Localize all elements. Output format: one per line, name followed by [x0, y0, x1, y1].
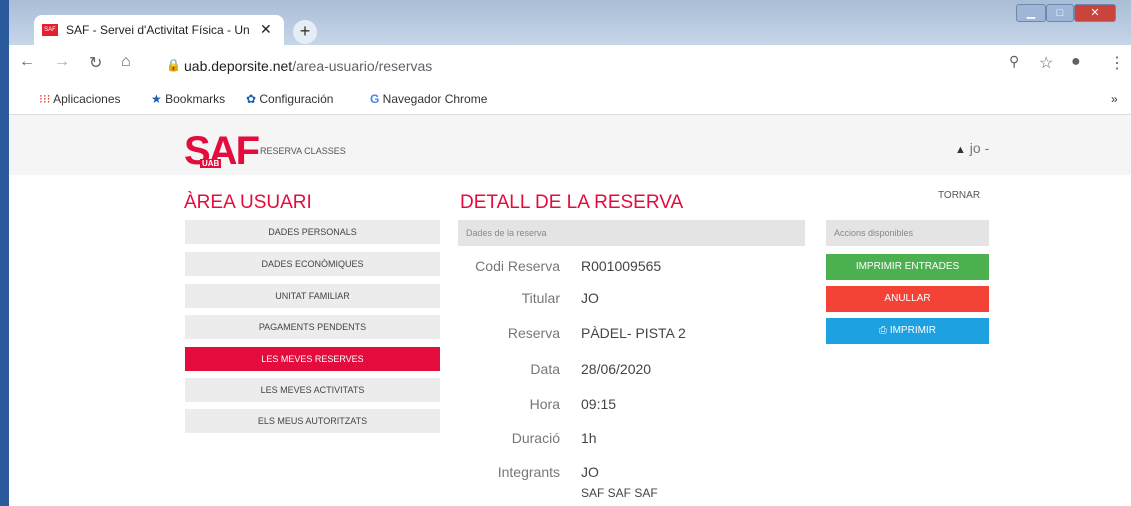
field-value: JO — [581, 290, 599, 306]
zoom-icon[interactable]: ⚲ — [1009, 53, 1019, 70]
sidebar-item[interactable]: DADES PERSONALS — [185, 220, 440, 244]
print-tickets-button[interactable]: IMPRIMIR ENTRADES — [826, 254, 989, 280]
page-title: DETALL DE LA RESERVA — [460, 192, 684, 213]
forward-icon[interactable]: → — [54, 53, 70, 71]
site-favicon-icon: SAF — [42, 24, 58, 36]
sidebar-item[interactable]: DADES ECONÒMIQUES — [185, 252, 440, 276]
site-logo[interactable]: SAF UAB — [184, 129, 260, 175]
reload-icon[interactable]: ↻ — [89, 53, 102, 73]
integrant-extra: SAF SAF SAF — [581, 486, 658, 500]
star-bookmark-icon: ★ — [151, 92, 166, 106]
sidebar-item[interactable]: LES MEVES RESERVES — [185, 347, 440, 371]
tab-close-icon[interactable]: ✕ — [260, 21, 272, 38]
browser-tab[interactable]: SAF SAF - Servei d'Activitat Física - Un… — [34, 15, 284, 45]
field-value: PÀDEL- PISTA 2 — [581, 325, 686, 341]
gear-icon: ✿ — [246, 92, 260, 106]
print-button[interactable]: ⎙ IMPRIMIR — [826, 318, 989, 344]
star-icon[interactable]: ☆ — [1039, 53, 1053, 73]
chevron-down-icon: - — [984, 140, 990, 156]
field-label: Codi Reserva — [475, 258, 560, 274]
field-value: 28/06/2020 — [581, 361, 652, 377]
address-bar[interactable]: 🔒 uab.deporsite.net/area-usuario/reserva… — [158, 56, 964, 78]
sidebar-title: ÀREA USUARI — [184, 192, 312, 213]
back-link[interactable]: TORNAR — [938, 190, 980, 201]
user-name: jo — [969, 140, 981, 156]
close-window-icon[interactable]: ✕ — [1074, 4, 1116, 22]
field-label: Duració — [511, 430, 560, 446]
field-value: JO — [581, 464, 599, 480]
tab-title: SAF - Servei d'Activitat Física - Un — [66, 23, 250, 37]
field-label: Hora — [529, 396, 560, 412]
sidebar-item[interactable]: UNITAT FAMILIAR — [185, 284, 440, 308]
actions-header: Accions disponibles — [826, 220, 989, 246]
window-frame — [0, 0, 9, 506]
url-path: /area-usuario/reservas — [292, 58, 433, 74]
window-controls: ▁ □ ✕ — [1016, 4, 1126, 24]
print-label: IMPRIMIR — [889, 325, 936, 336]
sidebar-item[interactable]: LES MEVES ACTIVITATS — [185, 378, 440, 402]
user-menu[interactable]: ▲ jo - — [955, 140, 989, 156]
bookmarks-bar: ⁝⁝⁝ Aplicaciones ★ Bookmarks ✿ Configura… — [9, 86, 1131, 115]
field-label: Integrants — [497, 464, 560, 480]
field-value: 09:15 — [581, 396, 617, 412]
home-icon[interactable]: ⌂ — [121, 53, 131, 71]
sidebar-item[interactable]: ELS MEUS AUTORITZATS — [185, 409, 440, 433]
brand-subtitle: RESERVA CLASSES — [260, 146, 346, 156]
sidebar-item[interactable]: PAGAMENTS PENDENTS — [185, 315, 440, 339]
back-icon[interactable]: ← — [19, 53, 35, 71]
lock-icon: 🔒 — [166, 58, 181, 72]
new-tab-button[interactable]: + — [293, 20, 317, 44]
url-host: uab.deporsite.net — [184, 58, 293, 74]
bookmark-configuracion[interactable]: ✿ Configuración — [246, 92, 333, 106]
field-value: 1h — [581, 430, 597, 446]
field-label: Titular — [521, 290, 560, 306]
menu-icon[interactable]: ⋮ — [1109, 53, 1125, 73]
bookmark-chrome[interactable]: G Navegador Chrome — [370, 92, 487, 106]
field-label: Reserva — [507, 325, 560, 341]
bookmark-apps[interactable]: ⁝⁝⁝ Aplicaciones — [39, 92, 121, 106]
field-label: Data — [530, 361, 560, 377]
apps-grid-icon: ⁝⁝⁝ — [39, 92, 54, 106]
cancel-button[interactable]: ANULLAR — [826, 286, 989, 312]
field-value: R001009565 — [581, 258, 662, 274]
google-icon: G — [370, 92, 383, 106]
user-icon: ▲ — [955, 144, 966, 156]
bookmarks-overflow[interactable]: » — [1111, 92, 1118, 106]
printer-icon: ⎙ — [879, 325, 890, 336]
section-header: Dades de la reserva — [458, 220, 805, 246]
minimize-icon[interactable]: ▁ — [1016, 4, 1046, 22]
bookmark-bookmarks[interactable]: ★ Bookmarks — [151, 92, 225, 106]
maximize-icon[interactable]: □ — [1046, 4, 1074, 22]
profile-icon[interactable]: ● — [1071, 53, 1081, 71]
